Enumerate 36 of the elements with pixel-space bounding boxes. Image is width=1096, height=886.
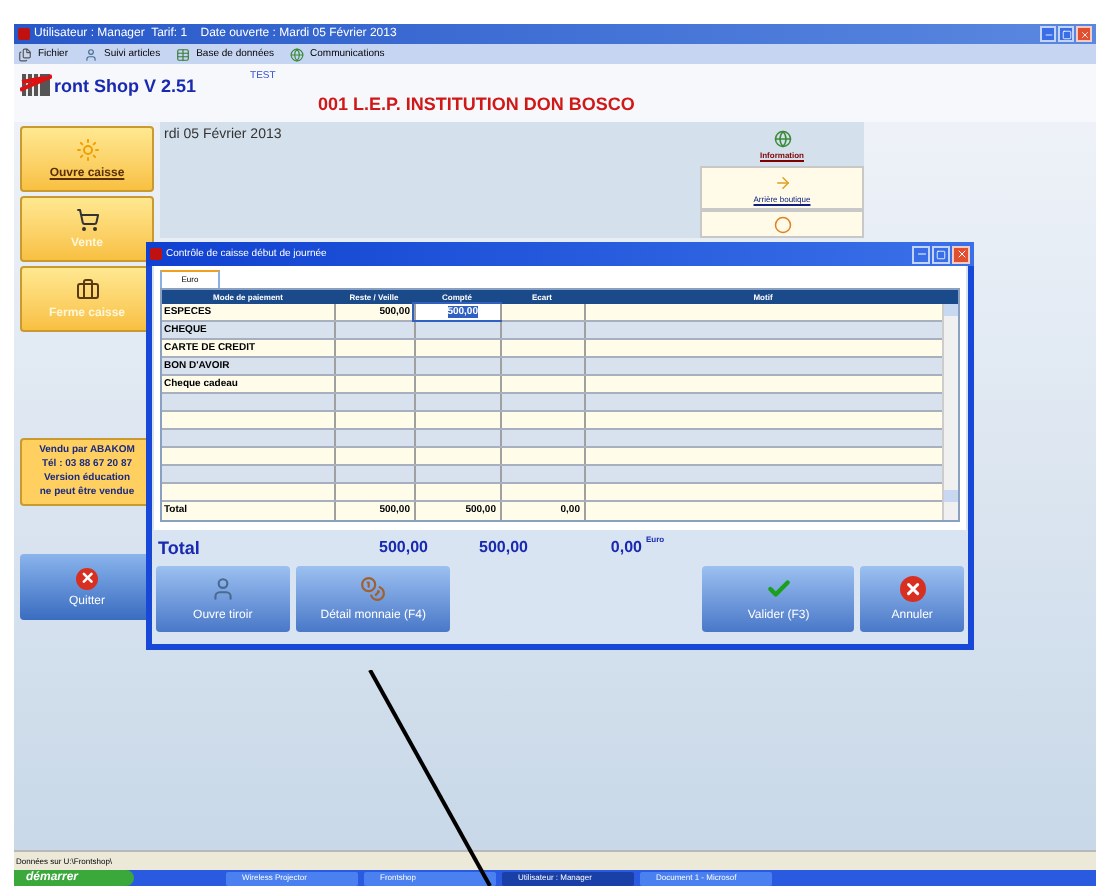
files-icon	[18, 47, 32, 61]
maximize-button[interactable]	[1058, 26, 1074, 42]
cart-icon	[75, 208, 99, 232]
totals-label: Total	[158, 539, 202, 557]
maximize-icon	[936, 249, 946, 259]
dialog-icon	[150, 248, 162, 260]
coins-icon	[360, 576, 387, 602]
arrow-icon	[773, 173, 791, 191]
sun-icon	[75, 138, 99, 162]
app-icon	[18, 28, 30, 40]
globe-icon	[290, 47, 305, 61]
close-icon	[76, 567, 98, 589]
minimize-icon	[1043, 29, 1053, 39]
close-icon	[955, 248, 967, 260]
table-icon	[176, 47, 191, 61]
total-amount: 500,00	[377, 540, 428, 556]
person-icon	[84, 47, 99, 61]
ball-icon	[773, 215, 791, 233]
person-icon	[209, 576, 236, 602]
total-amount: 500,00	[477, 540, 528, 556]
logo-icon	[20, 72, 52, 98]
app-name: ront Shop V 2.51	[54, 78, 197, 96]
minimize-icon	[915, 248, 927, 260]
briefcase-icon	[75, 278, 99, 302]
maximize-button[interactable]	[932, 245, 950, 263]
company-title: 001 L.E.P. INSTITUTION DON BOSCO	[318, 96, 635, 114]
total-amount: 0,00	[608, 540, 642, 556]
minimize-button[interactable]	[912, 245, 930, 263]
check-icon	[765, 576, 792, 602]
globe-icon	[773, 129, 791, 147]
close-icon	[899, 576, 926, 602]
close-button[interactable]	[1076, 26, 1092, 42]
close-button[interactable]	[952, 245, 970, 263]
minimize-button[interactable]	[1040, 26, 1056, 42]
maximize-icon	[1061, 29, 1071, 39]
shortcut-button[interactable]	[700, 210, 864, 238]
